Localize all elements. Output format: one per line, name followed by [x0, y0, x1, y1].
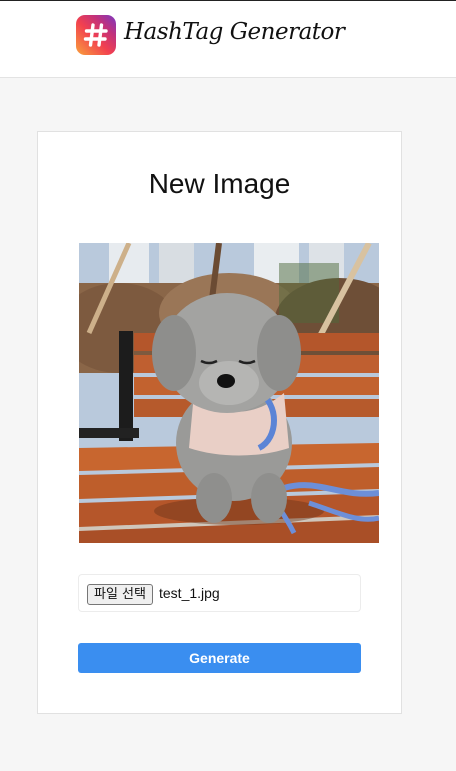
poodle-photo [79, 243, 379, 543]
preview-image [79, 243, 379, 543]
upload-card: New Image 파일 선택 test_1.jpg Generate [37, 131, 402, 714]
choose-file-button[interactable]: 파일 선택 [87, 584, 153, 605]
top-navbar: HashTag Generator [0, 0, 456, 78]
selected-file-name: test_1.jpg [159, 585, 220, 601]
brand-title[interactable]: HashTag Generator [124, 19, 345, 45]
generate-button[interactable]: Generate [78, 643, 361, 673]
file-input[interactable]: 파일 선택 test_1.jpg [78, 574, 361, 612]
page-title: New Image [148, 168, 291, 199]
hashtag-icon[interactable] [76, 15, 116, 55]
